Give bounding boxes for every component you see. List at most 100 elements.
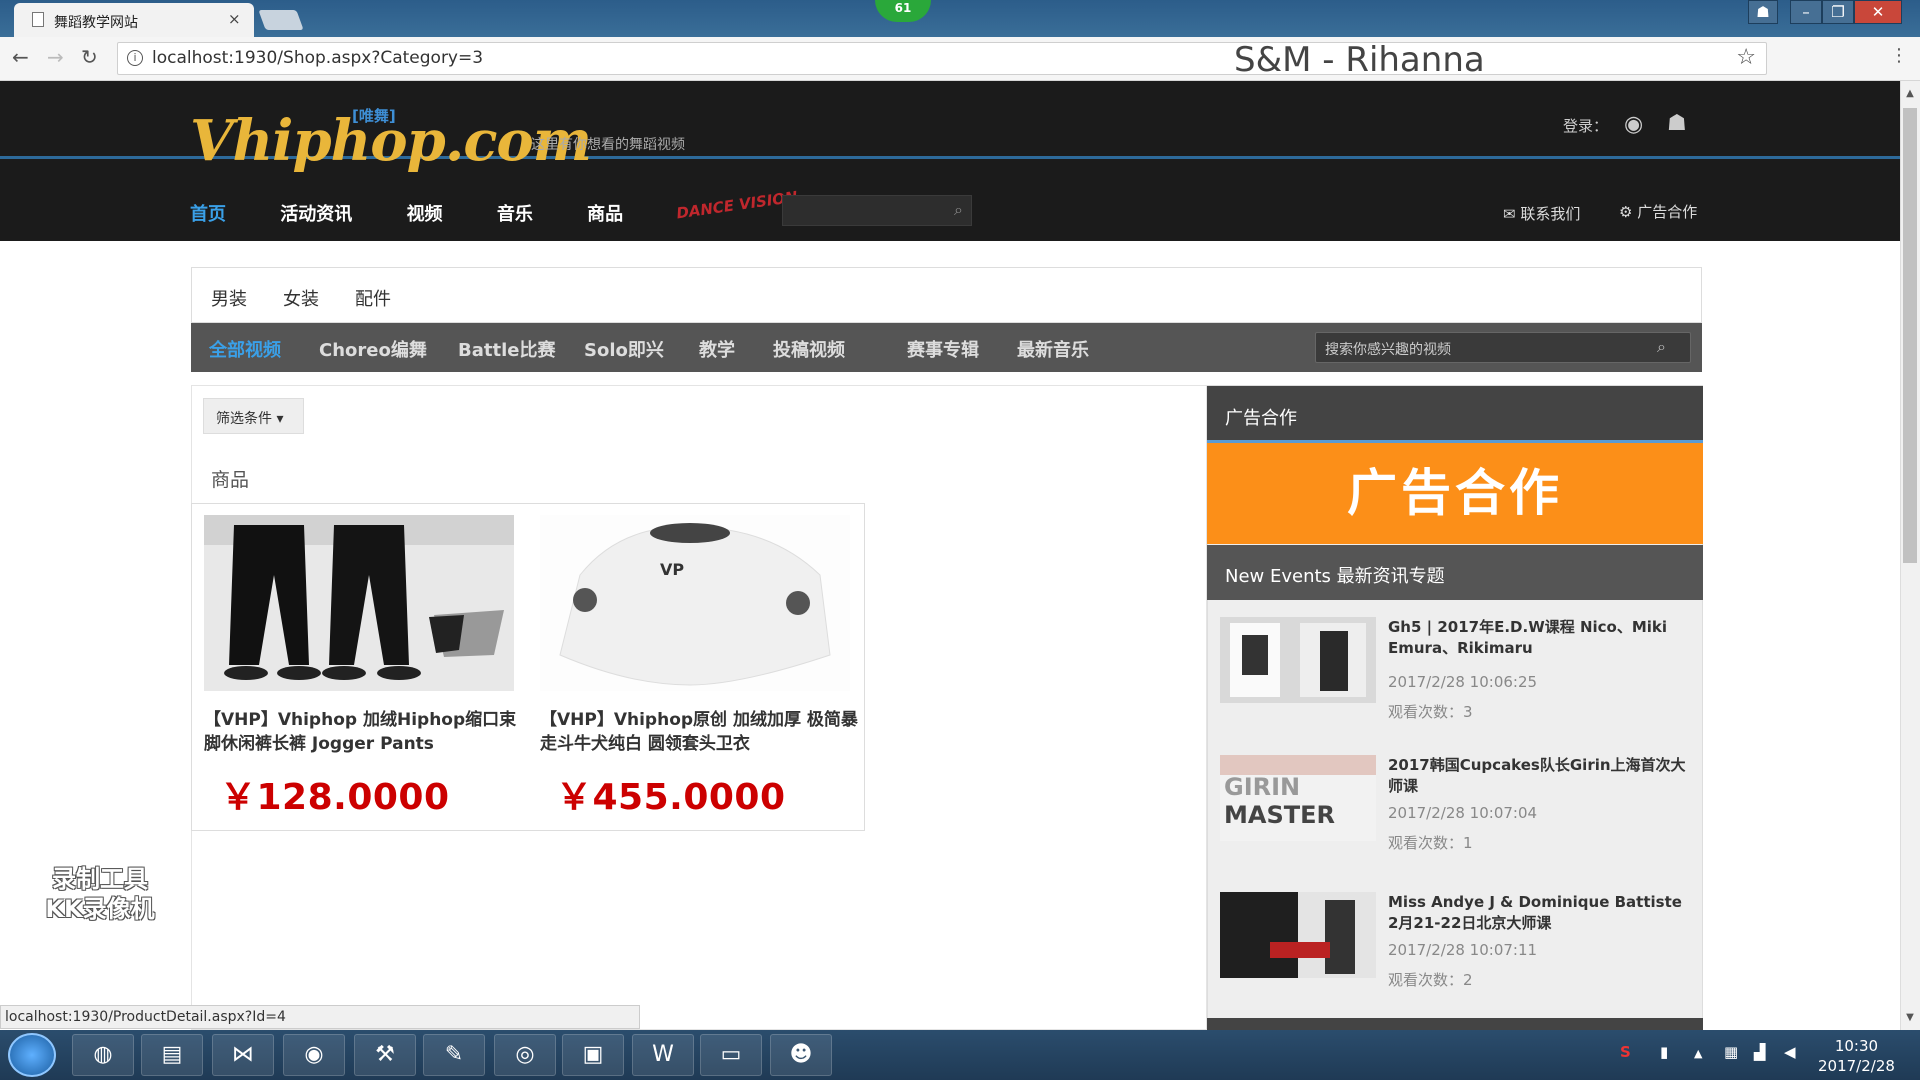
subnav-choreo[interactable]: Choreo编舞	[319, 336, 427, 362]
nav-home[interactable]: 首页	[190, 204, 226, 225]
login-label: 登录：	[1563, 117, 1609, 135]
svg-text:VP: VP	[660, 560, 684, 579]
bookmark-star-icon[interactable]: ☆	[1736, 45, 1756, 70]
event-thumbnail[interactable]	[1220, 892, 1376, 978]
product-image-sweatshirt[interactable]: VP	[540, 515, 850, 691]
filter-button[interactable]: 筛选条件 ▾	[203, 398, 304, 434]
clock-time: 10:30	[1834, 1037, 1879, 1055]
page-icon	[32, 12, 44, 27]
slogan: 这里有你想看的舞蹈视频	[531, 137, 685, 153]
sidebar-next-header	[1207, 1018, 1703, 1030]
tray-expand-icon[interactable]: ▲	[1694, 1047, 1702, 1060]
user-icon[interactable]: ☗	[1748, 0, 1778, 24]
minimize-button[interactable]: –	[1790, 0, 1822, 24]
tab-title: 舞蹈教学网站	[54, 15, 138, 31]
ad-link-label: 广告合作	[1637, 203, 1698, 221]
product-title[interactable]: 【VHP】Vhiphop原创 加绒加厚 极简暴走斗牛犬纯白 圆领套头卫衣	[540, 708, 860, 756]
subnav-submissions[interactable]: 投稿视频	[773, 336, 845, 362]
url-field[interactable]: i localhost:1930/Shop.aspx?Category=3 S&…	[117, 40, 1767, 80]
ad-link[interactable]: ⚙ 广告合作	[1619, 201, 1697, 222]
product-image-pants[interactable]	[204, 515, 514, 691]
tab-close-button[interactable]: ×	[228, 10, 241, 28]
ad-banner[interactable]: 广告合作	[1207, 443, 1703, 544]
scroll-down-icon[interactable]: ▼	[1900, 1008, 1920, 1028]
file-explorer-icon[interactable]: ▤	[141, 1034, 203, 1076]
events-header: New Events 最新资讯专题	[1207, 545, 1703, 600]
event-item[interactable]: Gh5 | 2017年E.D.W课程 Nico、Miki Emura、Rikim…	[1220, 617, 1690, 737]
subnav-battle[interactable]: Battle比赛	[458, 336, 555, 362]
section-title: 商品	[211, 469, 250, 491]
video-search-input[interactable]: 搜索你感兴趣的视频 ⌕	[1315, 332, 1691, 363]
subnav-music[interactable]: 最新音乐	[1017, 336, 1089, 362]
event-date: 2017/2/28 10:07:11	[1388, 941, 1538, 959]
recorder-app-icon[interactable]: ☻	[770, 1034, 832, 1076]
clock-date: 2017/2/28	[1818, 1057, 1895, 1075]
browser-tab[interactable]: 舞蹈教学网站 ×	[14, 3, 254, 37]
event-views: 观看次数：3	[1388, 703, 1473, 721]
status-bar: localhost:1930/ProductDetail.aspx?Id=4	[0, 1005, 640, 1029]
forward-icon[interactable]: →	[47, 45, 64, 69]
event-thumbnail[interactable]	[1220, 617, 1376, 703]
event-views: 观看次数：1	[1388, 834, 1473, 852]
weibo-icon[interactable]: ◉	[1624, 112, 1643, 137]
event-title[interactable]: Gh5 | 2017年E.D.W课程 Nico、Miki Emura、Rikim…	[1388, 617, 1688, 659]
now-playing-overlay: S&M - Rihanna	[1234, 40, 1485, 80]
product-price: ￥128.0000	[220, 777, 450, 818]
scroll-thumb[interactable]	[1903, 108, 1917, 563]
nav-shop[interactable]: 商品	[587, 204, 623, 225]
remote-desktop-icon[interactable]: ▭	[700, 1034, 762, 1076]
chrome-icon[interactable]: ◉	[283, 1034, 345, 1076]
chrome-menu-icon[interactable]: ⋮	[1890, 45, 1908, 66]
event-date: 2017/2/28 10:06:25	[1388, 673, 1538, 691]
event-thumbnail[interactable]: GIRIN MASTER	[1220, 755, 1376, 841]
close-window-button[interactable]: ✕	[1854, 0, 1902, 24]
restore-button[interactable]: ❐	[1822, 0, 1854, 24]
nav-videos[interactable]: 视频	[407, 204, 443, 225]
word-app-icon[interactable]: W	[632, 1034, 694, 1076]
event-item[interactable]: GIRIN MASTER 2017韩国Cupcakes队长Girin上海首次大师课…	[1220, 755, 1690, 875]
contact-link[interactable]: ✉ 联系我们	[1503, 203, 1580, 224]
search-icon[interactable]: ⌕	[954, 200, 963, 220]
scroll-up-icon[interactable]: ▲	[1900, 84, 1920, 104]
back-icon[interactable]: ←	[12, 45, 29, 69]
subnav-teaching[interactable]: 教学	[699, 336, 735, 362]
network-icon[interactable]: ▟	[1754, 1043, 1766, 1061]
main-nav: 首页 活动资讯 视频 音乐 商品	[190, 200, 671, 226]
category-men[interactable]: 男装	[211, 285, 247, 311]
url-text[interactable]: localhost:1930/Shop.aspx?Category=3	[152, 48, 483, 68]
contact-label: 联系我们	[1520, 205, 1581, 223]
video-search-placeholder: 搜索你感兴趣的视频	[1325, 342, 1451, 358]
sogou-ime-icon[interactable]: S	[1620, 1043, 1631, 1061]
tools-icon[interactable]: ⚒	[354, 1034, 416, 1076]
subnav-albums[interactable]: 赛事专辑	[907, 336, 979, 362]
address-bar-row: ← → ↻ i localhost:1930/Shop.aspx?Categor…	[0, 37, 1920, 81]
netease-music-icon[interactable]: ◎	[494, 1034, 556, 1076]
system-clock[interactable]: 10:30 2017/2/28	[1818, 1036, 1895, 1076]
event-title[interactable]: Miss Andye J & Dominique Battiste 2月21-2…	[1388, 892, 1688, 934]
photo-viewer-icon[interactable]: ▣	[562, 1034, 624, 1076]
product-title[interactable]: 【VHP】Vhiphop 加绒Hiphop缩口束脚休闲裤长裤 Jogger Pa…	[204, 708, 524, 756]
subnav-solo[interactable]: Solo即兴	[584, 336, 664, 362]
tray-app-icon[interactable]: ▦	[1724, 1043, 1738, 1061]
info-icon[interactable]: i	[127, 50, 143, 66]
nav-events[interactable]: 活动资讯	[280, 204, 352, 225]
event-title[interactable]: 2017韩国Cupcakes队长Girin上海首次大师课	[1388, 755, 1688, 797]
category-accessories[interactable]: 配件	[355, 285, 391, 311]
header-search-input[interactable]: ⌕	[782, 195, 972, 226]
network-app-icon[interactable]: ◍	[72, 1034, 134, 1076]
nav-music[interactable]: 音乐	[497, 204, 533, 225]
search-icon[interactable]: ⌕	[1657, 337, 1666, 357]
category-tabs: 男装 女装 配件	[191, 267, 1702, 323]
new-tab-button[interactable]	[258, 10, 304, 30]
subnav-all[interactable]: 全部视频	[209, 336, 281, 362]
product-price: ￥455.0000	[556, 777, 786, 818]
event-item[interactable]: Miss Andye J & Dominique Battiste 2月21-2…	[1220, 892, 1690, 1012]
start-button[interactable]	[8, 1033, 56, 1077]
category-women[interactable]: 女装	[283, 285, 319, 311]
volume-icon[interactable]: ◀	[1784, 1043, 1796, 1061]
battery-icon[interactable]: ▮	[1660, 1043, 1668, 1061]
qq-icon[interactable]: ☗	[1667, 111, 1687, 136]
notepad-icon[interactable]: ✎	[423, 1034, 485, 1076]
reload-icon[interactable]: ↻	[81, 45, 98, 69]
visual-studio-icon[interactable]: ⋈	[212, 1034, 274, 1076]
